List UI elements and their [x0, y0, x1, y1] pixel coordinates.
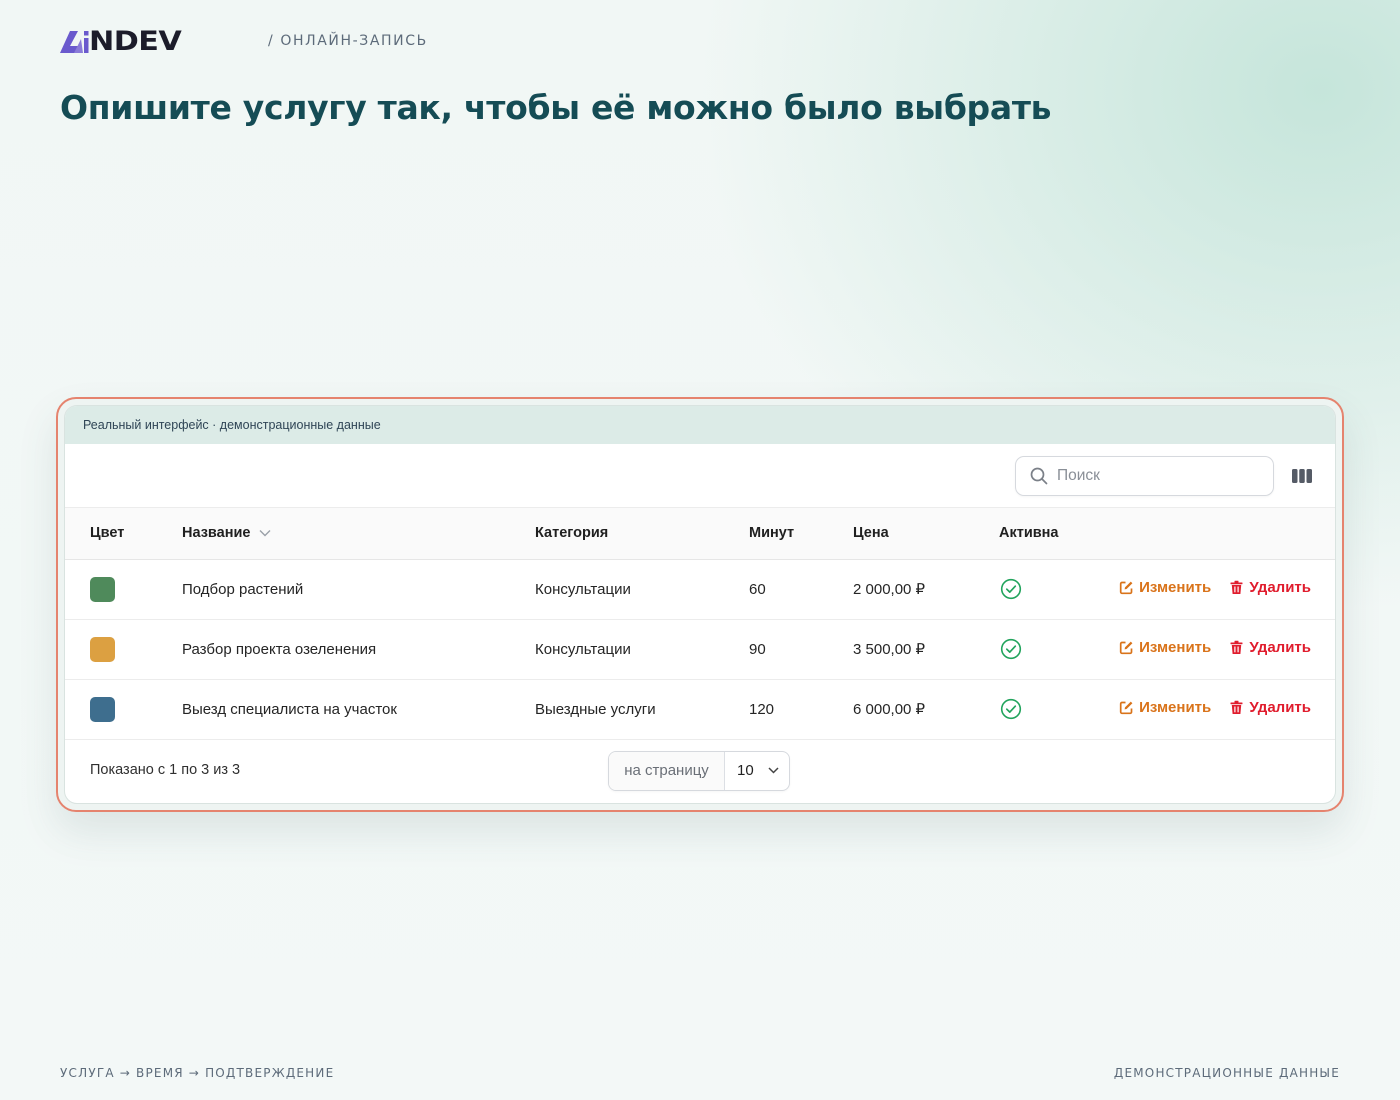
delete-label: Удалить — [1249, 699, 1311, 716]
per-page-value: 10 — [737, 762, 754, 779]
demo-data-footer: ДЕМОНСТРАЦИОННЫЕ ДАННЫЕ — [1113, 1066, 1340, 1080]
edit-button[interactable]: Изменить — [1119, 639, 1211, 656]
search-input[interactable] — [1057, 467, 1237, 485]
demo-panel: Реальный интерфейс · демонстрационные да… — [64, 405, 1336, 804]
service-price: 6 000,00 ₽ — [853, 701, 926, 718]
results-count: Показано с 1 по 3 из 3 — [90, 761, 241, 778]
service-name: Подбор растений — [182, 580, 304, 598]
col-header-name-label: Название — [182, 525, 251, 542]
per-page-label: на страницу — [609, 751, 725, 790]
table-row[interactable]: Подбор растений Консультации 60 2 000,00… — [65, 559, 1335, 619]
service-price: 2 000,00 ₽ — [853, 581, 926, 598]
page-title: Опишите услугу так, чтобы её можно было … — [60, 88, 1052, 127]
demo-frame: Реальный интерфейс · демонстрационные да… — [56, 397, 1344, 812]
logo-text: NDEV — [89, 25, 182, 57]
chevron-down-icon — [259, 530, 271, 537]
edit-icon — [1119, 581, 1133, 595]
search-box[interactable] — [1015, 456, 1274, 496]
edit-label: Изменить — [1139, 699, 1212, 716]
col-header-actions — [1109, 508, 1335, 559]
service-category: Консультации — [535, 580, 631, 598]
service-minutes: 90 — [749, 640, 766, 658]
service-minutes: 120 — [749, 700, 775, 718]
app-header: NDEV — [60, 26, 182, 56]
check-circle-icon — [1000, 638, 1022, 660]
edit-button[interactable]: Изменить — [1119, 699, 1211, 716]
service-name: Разбор проекта озеленения — [182, 640, 377, 658]
service-category: Выездные услуги — [535, 700, 656, 718]
search-icon — [1030, 467, 1048, 485]
table-header-row: Цвет Название Категория Минут Цена Актив… — [65, 508, 1335, 559]
steps-footer: УСЛУГА → ВРЕМЯ → ПОДТВЕРЖДЕНИЕ — [60, 1066, 335, 1080]
edit-label: Изменить — [1139, 639, 1212, 656]
check-circle-icon — [1000, 698, 1022, 720]
col-header-color: Цвет — [90, 525, 125, 542]
pagination-bar: Показано с 1 по 3 из 3 на страницу 10 — [65, 740, 1335, 800]
breadcrumb: / ОНЛАЙН-ЗАПИСЬ — [268, 33, 428, 49]
table-toolbar — [65, 444, 1335, 508]
delete-button[interactable]: Удалить — [1229, 639, 1311, 656]
delete-button[interactable]: Удалить — [1229, 699, 1311, 716]
service-category: Консультации — [535, 640, 631, 658]
per-page-control[interactable]: на страницу 10 — [608, 750, 790, 791]
check-circle-icon — [1000, 578, 1022, 600]
service-name: Выезд специалиста на участок — [182, 700, 397, 718]
edit-icon — [1119, 641, 1133, 655]
trash-icon — [1230, 640, 1243, 654]
col-header-category: Категория — [535, 525, 609, 542]
per-page-select[interactable]: 10 — [725, 752, 789, 790]
table-row[interactable]: Разбор проекта озеленения Консультации 9… — [65, 619, 1335, 679]
edit-label: Изменить — [1139, 579, 1212, 596]
services-table: Цвет Название Категория Минут Цена Актив… — [65, 508, 1335, 740]
chevron-down-icon — [768, 767, 779, 774]
logo-mark-icon — [60, 31, 89, 53]
col-header-minutes: Минут — [749, 525, 795, 542]
demo-banner: Реальный интерфейс · демонстрационные да… — [65, 406, 1335, 444]
service-minutes: 60 — [749, 580, 766, 598]
service-price: 3 500,00 ₽ — [853, 641, 926, 658]
edit-button[interactable]: Изменить — [1119, 579, 1211, 596]
delete-label: Удалить — [1249, 639, 1311, 656]
edit-icon — [1119, 701, 1133, 715]
trash-icon — [1230, 580, 1243, 594]
color-swatch — [90, 576, 115, 602]
col-header-active: Активна — [999, 525, 1059, 542]
color-swatch — [90, 636, 115, 662]
color-swatch — [90, 696, 115, 722]
col-header-price: Цена — [853, 525, 889, 542]
col-header-name[interactable]: Название — [182, 508, 535, 559]
delete-button[interactable]: Удалить — [1229, 579, 1311, 596]
brand-logo[interactable]: NDEV — [60, 26, 182, 56]
table-row[interactable]: Выезд специалиста на участок Выездные ус… — [65, 679, 1335, 739]
columns-icon[interactable] — [1291, 467, 1313, 485]
trash-icon — [1230, 700, 1243, 714]
delete-label: Удалить — [1249, 579, 1311, 596]
